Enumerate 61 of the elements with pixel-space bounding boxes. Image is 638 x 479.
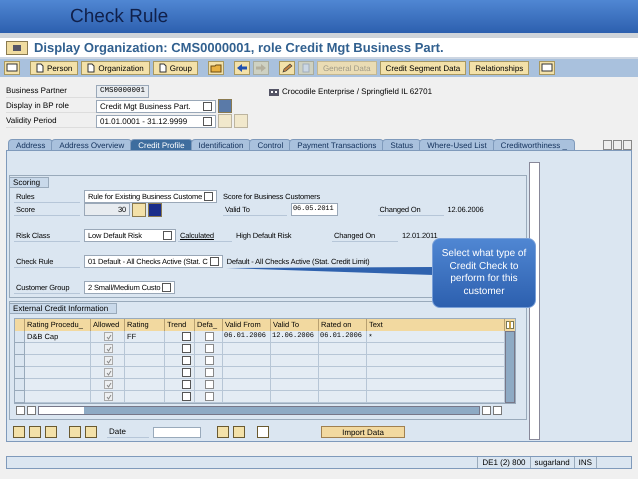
- system-info: DE1 (2) 800: [477, 457, 530, 468]
- toolbar-button[interactable]: Credit Segment Data: [380, 61, 466, 75]
- tab[interactable]: Address Overview: [51, 139, 132, 150]
- toolbar-button[interactable]: Group: [152, 61, 198, 75]
- slide-title: Check Rule: [70, 6, 168, 28]
- tab[interactable]: Payment Transactions: [289, 139, 384, 150]
- tab[interactable]: Identification: [190, 139, 252, 150]
- callout-tooltip: Select what type of Credit Check to perform for this customer: [432, 238, 536, 308]
- dropdown-field[interactable]: 01.01.0001 - 31.12.9999: [96, 114, 216, 128]
- pencil-icon[interactable]: [278, 61, 295, 75]
- folder-icon[interactable]: [208, 61, 224, 75]
- window-title: Display Organization: CMS0000001, role Credit Mgt Business Part.: [34, 40, 444, 55]
- tab-right-button[interactable]: [613, 140, 622, 150]
- input-mode: INS: [574, 457, 596, 468]
- table-scrollbar[interactable]: [505, 331, 515, 403]
- scroll-right-button[interactable]: [493, 406, 502, 414]
- import-data-button[interactable]: Import Data: [321, 426, 405, 438]
- checkbox[interactable]: [205, 392, 214, 401]
- table-cell: [271, 343, 319, 355]
- scroll-left-button[interactable]: [16, 406, 25, 414]
- checkbox[interactable]: [205, 344, 214, 353]
- scroll-left-button[interactable]: [482, 406, 491, 414]
- tab[interactable]: Credit Profile: [130, 139, 193, 150]
- table-cell: [271, 367, 319, 379]
- toolbar-button[interactable]: Relationships: [469, 61, 530, 75]
- checkbox[interactable]: [205, 368, 214, 377]
- table-cell: [319, 391, 367, 403]
- window-menu-icon[interactable]: [6, 40, 28, 54]
- column-settings-icon[interactable]: [505, 319, 515, 331]
- date-field[interactable]: [153, 426, 201, 438]
- table-cell: [271, 379, 319, 391]
- group-title: Scoring: [9, 177, 50, 188]
- table-cell: [319, 379, 367, 391]
- scroll-right-button[interactable]: [27, 406, 36, 414]
- tab-list-button[interactable]: [623, 140, 632, 150]
- tab[interactable]: Control: [249, 139, 292, 150]
- dropdown-field[interactable]: Credit Mgt Business Part.: [96, 100, 216, 112]
- field-label: Date: [107, 426, 149, 438]
- checkbox[interactable]: [205, 356, 214, 365]
- tab[interactable]: Creditworthiness _: [492, 139, 575, 150]
- tab-left-button[interactable]: [603, 140, 612, 150]
- table-cell: [271, 355, 319, 367]
- horizontal-scrollbar[interactable]: [38, 406, 480, 414]
- checkbox[interactable]: [205, 380, 214, 389]
- group-title: External Credit Information: [9, 303, 118, 314]
- server-name: sugarland: [530, 457, 574, 468]
- table-cell: [319, 367, 367, 379]
- building-icon: [268, 87, 280, 96]
- tab[interactable]: Address: [8, 139, 54, 150]
- table-cell: [319, 343, 367, 355]
- checkbox[interactable]: [205, 332, 214, 341]
- monitor-icon[interactable]: [539, 61, 556, 75]
- tab[interactable]: Status: [382, 139, 422, 150]
- table-cell: [319, 355, 367, 367]
- tab[interactable]: Where-Used List: [419, 139, 495, 150]
- toolbar-button[interactable]: Organization: [81, 61, 150, 75]
- table-cell: [271, 391, 319, 403]
- partner-description: Crocodile Enterprise / Springfield IL 62701: [282, 87, 432, 96]
- toolbar-button[interactable]: Person: [30, 61, 78, 75]
- back-arrow-icon[interactable]: [234, 61, 250, 75]
- monitor-icon[interactable]: [4, 61, 20, 75]
